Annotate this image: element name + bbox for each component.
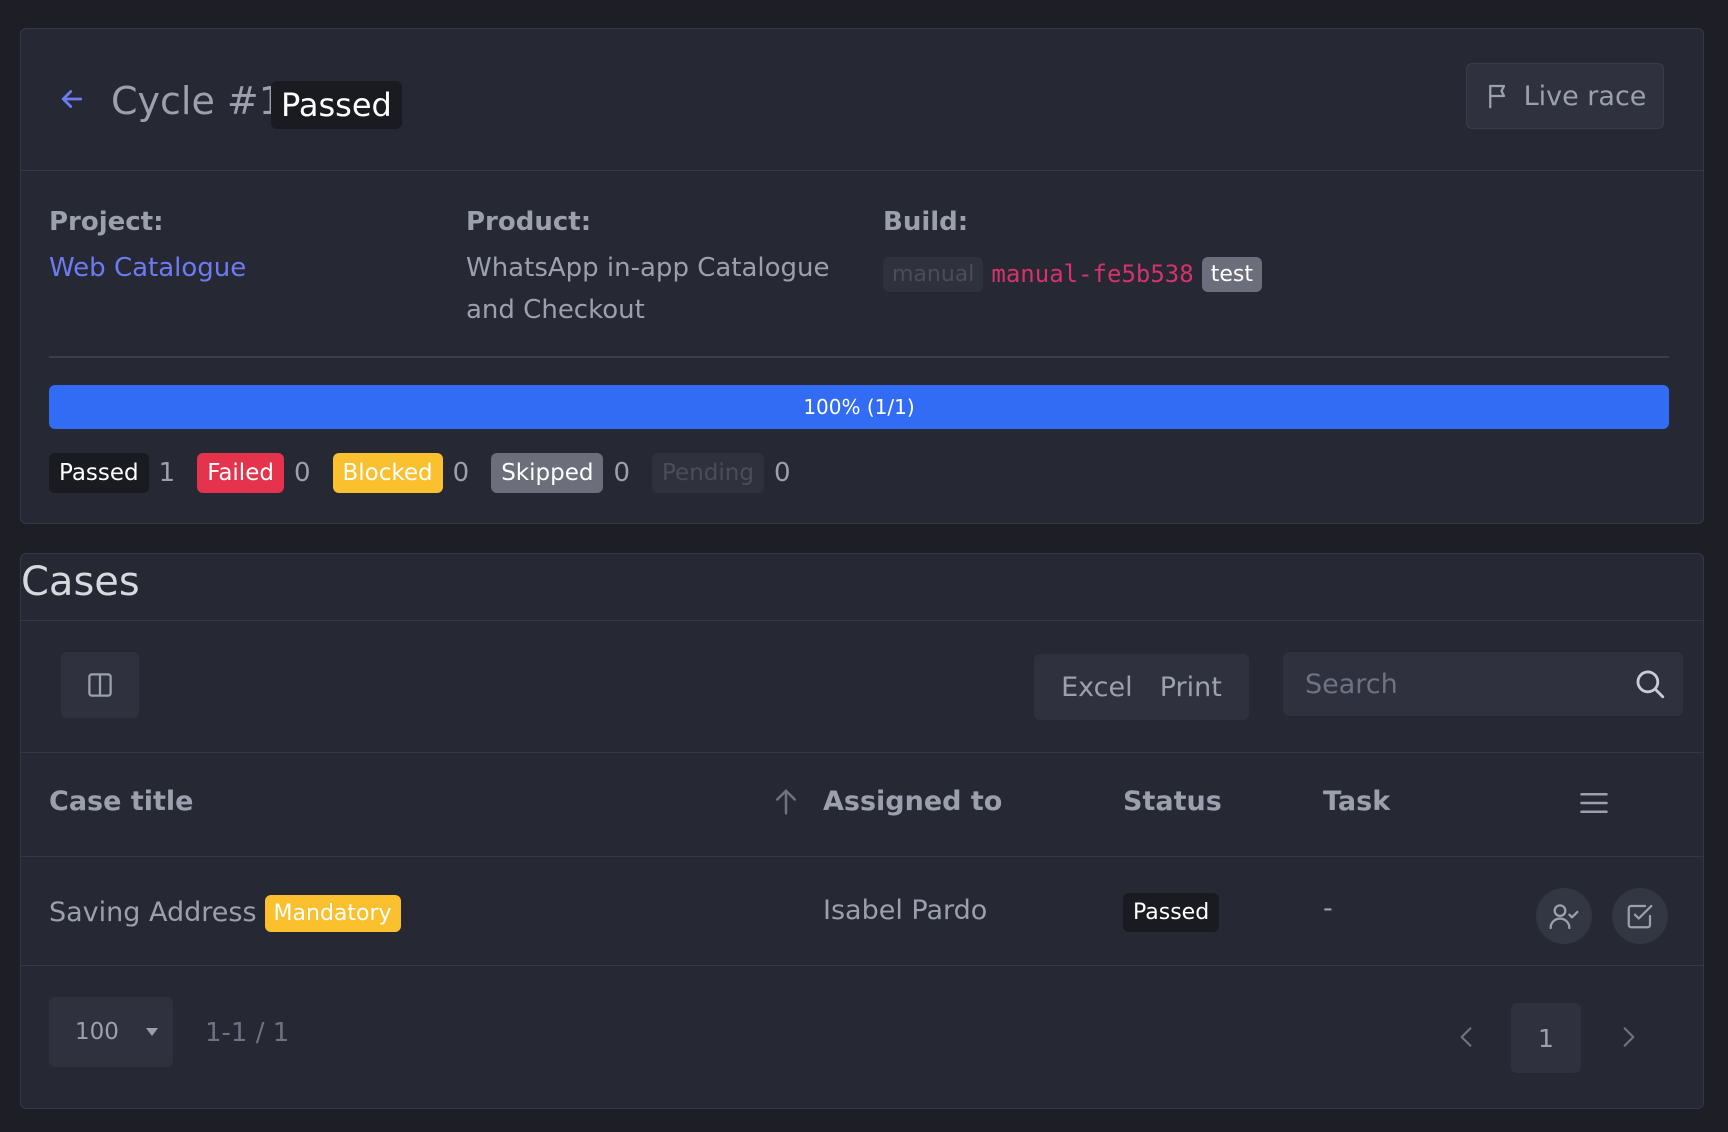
build-code: manual-fe5b538 [991,260,1194,288]
user-check-icon [1549,904,1579,930]
column-header-assigned-to[interactable]: Assigned to [823,786,1002,817]
failed-badge: Failed [197,453,284,493]
column-toggle-button[interactable] [61,652,139,718]
divider [21,965,1703,966]
failed-count: 0 [293,458,311,488]
project-label: Project: [49,207,164,237]
cycle-status-badge: Passed [271,81,402,129]
blocked-badge: Blocked [332,453,443,493]
skipped-badge: Skipped [491,453,604,493]
column-header-task[interactable]: Task [1323,786,1390,817]
build-tag-chip: test [1201,256,1262,292]
status-counts: Passed 1 Failed 0 Blocked 0 Skipped 0 Pe… [49,453,813,493]
chevron-left-icon[interactable] [1453,1017,1479,1057]
print-button[interactable]: Print [1160,672,1222,703]
export-button-group: Excel Print [1034,654,1249,720]
build-type-chip: manual [883,256,984,292]
build-value: manual manual-fe5b538 test [883,254,1262,294]
page-button-current[interactable]: 1 [1511,1003,1581,1073]
search-icon[interactable] [1633,667,1667,701]
build-label: Build: [883,207,969,237]
cycle-header: Cycle #1 Passed Live race [21,29,1703,171]
divider [21,620,1703,621]
cases-card: Cases Excel Print Case title Assigned to… [20,553,1704,1109]
divider [21,752,1703,753]
case-title[interactable]: Saving Address [49,897,257,928]
create-task-button[interactable] [1612,888,1668,944]
arrow-left-icon[interactable] [57,84,87,114]
page-title: Cycle #1 [111,79,283,123]
progress-label: 100% (1/1) [803,395,915,419]
assigned-to-cell: Isabel Pardo [823,895,988,926]
skipped-count: 0 [613,458,630,488]
column-header-status[interactable]: Status [1123,786,1222,817]
product-value-line1: WhatsApp in-app Catalogue [466,253,830,283]
checkbox-icon [1627,904,1653,929]
progress-bar: 100% (1/1) [49,385,1669,429]
pending-badge: Pending [652,453,764,493]
blocked-count: 0 [452,458,470,488]
task-cell: - [1323,893,1333,924]
passed-count: 1 [158,458,176,488]
mandatory-badge: Mandatory [264,895,401,932]
menu-icon[interactable] [1579,790,1609,816]
chevron-right-icon[interactable] [1616,1017,1642,1057]
status-badge: Passed [1123,893,1220,932]
pending-count: 0 [773,458,791,488]
passed-badge: Passed [49,453,149,493]
case-title-cell: Saving Address Mandatory [49,895,401,932]
cases-title: Cases [21,559,140,605]
status-cell: Passed [1123,893,1220,932]
live-race-button[interactable]: Live race [1466,63,1664,129]
product-label: Product: [466,207,592,237]
columns-icon [88,673,112,697]
caret-down-icon [146,1028,158,1036]
cycle-card: Cycle #1 Passed Live race Project: Web C… [20,28,1704,524]
page-size-value: 100 [75,1019,119,1045]
live-race-label: Live race [1523,80,1647,112]
project-link[interactable]: Web Catalogue [49,247,246,289]
pagination-range: 1-1 / 1 [205,1018,290,1048]
arrow-up-icon[interactable] [771,786,801,818]
search-box [1283,652,1683,716]
product-value-line2: and Checkout [466,295,645,325]
column-header-case-title[interactable]: Case title [49,786,193,817]
page-size-select[interactable]: 100 [49,997,173,1067]
excel-button[interactable]: Excel [1061,672,1133,703]
divider [49,356,1669,358]
flag-icon [1488,84,1505,109]
assign-user-button[interactable] [1536,888,1592,944]
table-row[interactable]: Saving Address Mandatory Isabel Pardo Pas… [21,857,1703,965]
search-input[interactable] [1283,652,1623,716]
product-value: WhatsApp in-app Catalogue and Checkout [466,247,830,331]
